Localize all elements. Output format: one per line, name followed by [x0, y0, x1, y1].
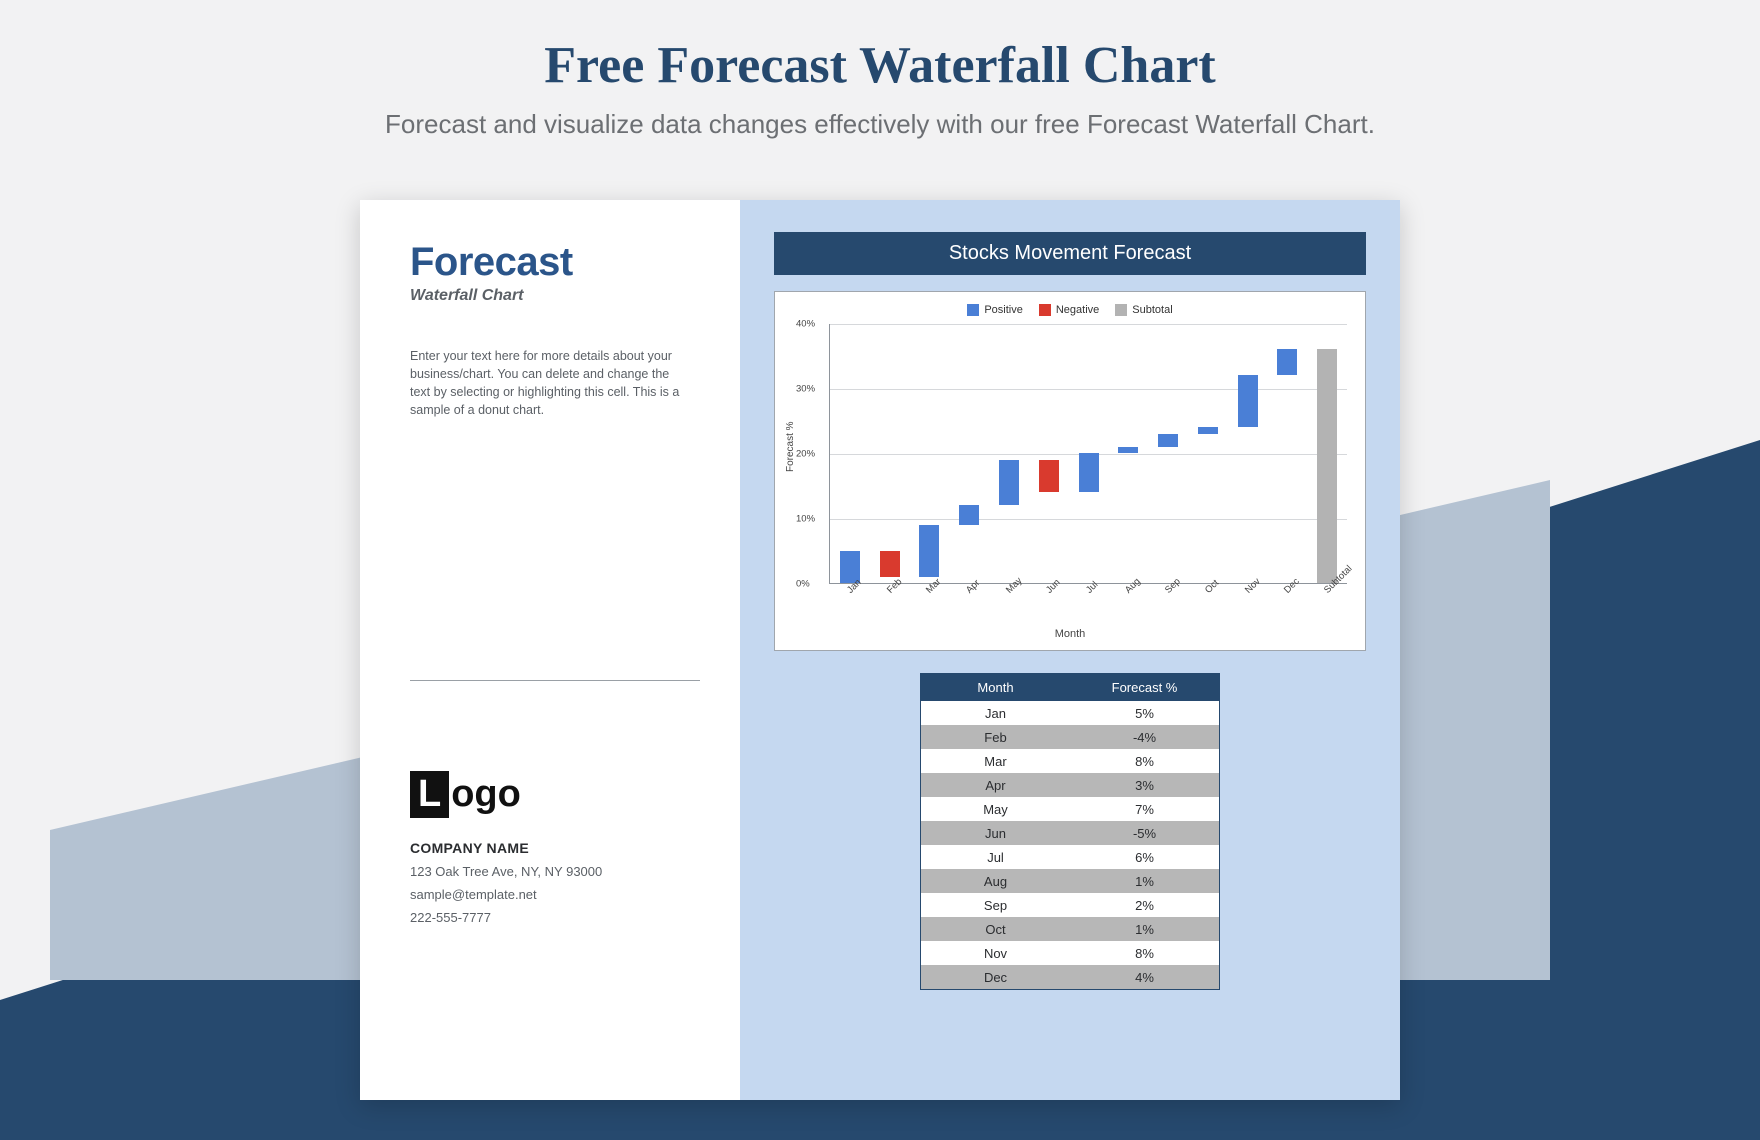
table-row: Sep2% [921, 893, 1219, 917]
table-cell-forecast: -4% [1070, 725, 1219, 749]
logo-text: ogo [451, 773, 521, 816]
chart-area: Positive Negative Subtotal Forecast % 0%… [774, 291, 1366, 651]
chart-bar [1198, 427, 1218, 434]
right-panel: Stocks Movement Forecast Positive Negati… [740, 200, 1400, 1100]
table-row: Feb-4% [921, 725, 1219, 749]
chart-bar [959, 505, 979, 525]
logo-mark: L [410, 771, 449, 818]
legend-subtotal: Subtotal [1115, 304, 1172, 316]
chart-plot: 0%10%20%30%40% [829, 324, 1347, 584]
table-cell-month: Feb [921, 725, 1070, 749]
legend-negative-label: Negative [1056, 304, 1099, 316]
legend-positive: Positive [967, 304, 1023, 316]
page-subtitle: Forecast and visualize data changes effe… [0, 95, 1760, 140]
table-header-month: Month [921, 674, 1070, 701]
chart-bar [1039, 460, 1059, 493]
data-table: Month Forecast % Jan5%Feb-4%Mar8%Apr3%Ma… [920, 673, 1220, 990]
table-cell-month: May [921, 797, 1070, 821]
table-cell-month: Dec [921, 965, 1070, 989]
template-card: Forecast Waterfall Chart Enter your text… [360, 200, 1400, 1100]
chart-bar [1317, 349, 1337, 583]
table-cell-forecast: 1% [1070, 869, 1219, 893]
table-cell-month: Aug [921, 869, 1070, 893]
company-phone: 222-555-7777 [410, 910, 700, 925]
chart-ytick: 40% [796, 319, 815, 330]
table-header: Month Forecast % [921, 674, 1219, 701]
table-cell-forecast: 6% [1070, 845, 1219, 869]
chart-ytick: 0% [796, 579, 810, 590]
chart-bar [1238, 375, 1258, 427]
chart-bar [919, 525, 939, 577]
chart-bar [1079, 453, 1099, 492]
table-cell-forecast: 3% [1070, 773, 1219, 797]
table-row: May7% [921, 797, 1219, 821]
table-cell-month: Nov [921, 941, 1070, 965]
card-description: Enter your text here for more details ab… [410, 347, 680, 420]
legend-subtotal-label: Subtotal [1132, 304, 1172, 316]
page-title: Free Forecast Waterfall Chart [0, 0, 1760, 95]
chart-bar [880, 551, 900, 577]
table-cell-month: Jan [921, 701, 1070, 725]
table-row: Oct1% [921, 917, 1219, 941]
table-row: Nov8% [921, 941, 1219, 965]
table-cell-month: Jun [921, 821, 1070, 845]
chart-ytick: 30% [796, 384, 815, 395]
chart-legend: Positive Negative Subtotal [785, 304, 1355, 316]
card-subtitle: Waterfall Chart [410, 287, 700, 305]
table-cell-month: Sep [921, 893, 1070, 917]
chart-bar [1158, 434, 1178, 447]
logo: Logo [410, 771, 700, 818]
table-row: Jun-5% [921, 821, 1219, 845]
table-row: Jan5% [921, 701, 1219, 725]
table-row: Jul6% [921, 845, 1219, 869]
company-address: 123 Oak Tree Ave, NY, NY 93000 [410, 864, 700, 879]
table-cell-month: Mar [921, 749, 1070, 773]
table-row: Apr3% [921, 773, 1219, 797]
chart-ylabel: Forecast % [785, 421, 796, 472]
table-row: Mar8% [921, 749, 1219, 773]
company-name: COMPANY NAME [410, 840, 700, 856]
legend-positive-label: Positive [984, 304, 1023, 316]
table-row: Dec4% [921, 965, 1219, 989]
table-header-forecast: Forecast % [1070, 674, 1219, 701]
table-row: Aug1% [921, 869, 1219, 893]
legend-negative: Negative [1039, 304, 1099, 316]
chart-bar [1118, 447, 1138, 454]
table-cell-forecast: 4% [1070, 965, 1219, 989]
chart-xlabel: Month [785, 628, 1355, 640]
table-cell-forecast: 8% [1070, 941, 1219, 965]
table-cell-month: Oct [921, 917, 1070, 941]
left-panel: Forecast Waterfall Chart Enter your text… [360, 200, 740, 1100]
table-cell-forecast: 2% [1070, 893, 1219, 917]
card-title: Forecast [410, 240, 700, 285]
table-cell-forecast: 1% [1070, 917, 1219, 941]
chart-bar [1277, 349, 1297, 375]
table-cell-forecast: 5% [1070, 701, 1219, 725]
divider [410, 680, 700, 681]
table-cell-month: Apr [921, 773, 1070, 797]
chart-title: Stocks Movement Forecast [774, 232, 1366, 275]
chart-ytick: 10% [796, 514, 815, 525]
table-body: Jan5%Feb-4%Mar8%Apr3%May7%Jun-5%Jul6%Aug… [921, 701, 1219, 989]
company-email: sample@template.net [410, 887, 700, 902]
chart-xticks: JanFebMarAprMayJunJulAugSepOctNovDecSubt… [829, 584, 1347, 624]
table-cell-month: Jul [921, 845, 1070, 869]
table-cell-forecast: 8% [1070, 749, 1219, 773]
chart-bar [999, 460, 1019, 506]
table-cell-forecast: -5% [1070, 821, 1219, 845]
chart-ytick: 20% [796, 449, 815, 460]
table-cell-forecast: 7% [1070, 797, 1219, 821]
